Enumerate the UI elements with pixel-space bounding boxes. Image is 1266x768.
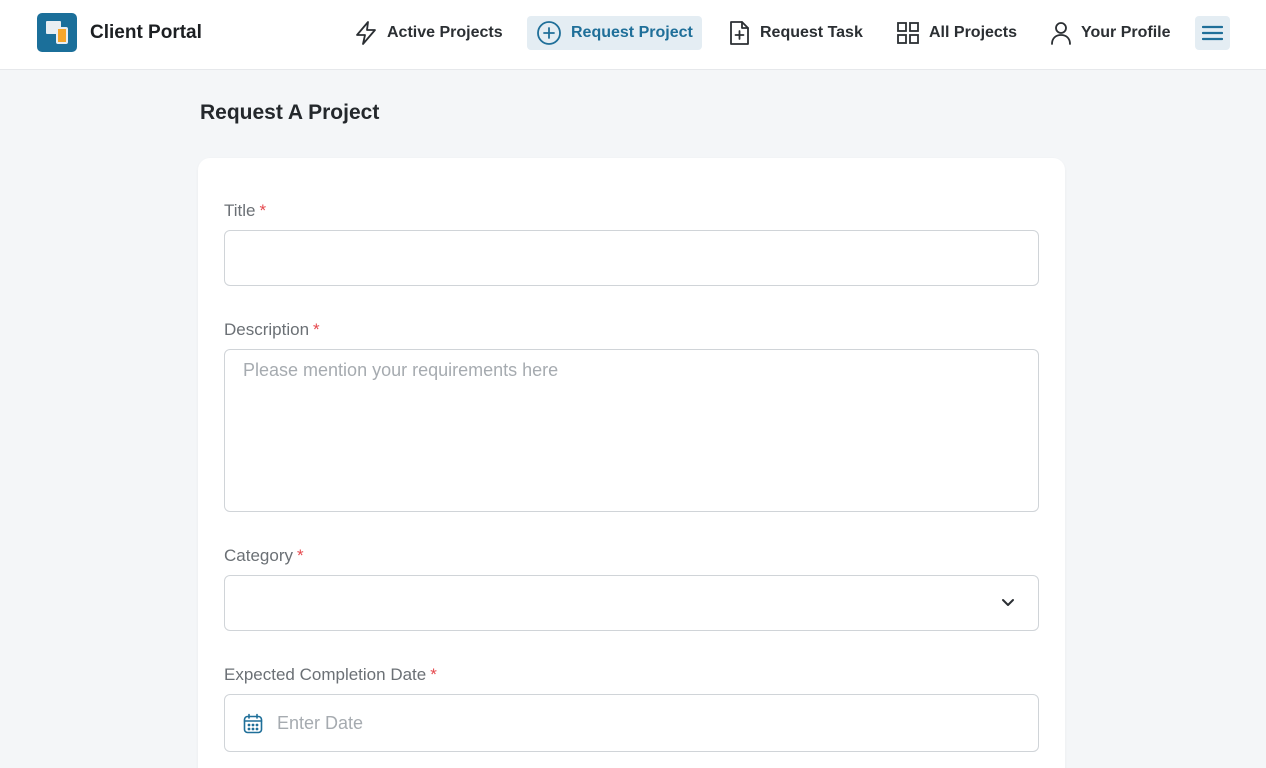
nav-label: Your Profile bbox=[1081, 24, 1171, 41]
title-label: Title * bbox=[224, 201, 267, 220]
nav-all-projects[interactable]: All Projects bbox=[887, 16, 1026, 50]
nav-label: Request Project bbox=[571, 24, 693, 41]
nav-label: Active Projects bbox=[387, 24, 503, 41]
title-input[interactable] bbox=[225, 231, 1038, 285]
completion-date-label: Expected Completion Date * bbox=[224, 665, 437, 684]
category-select[interactable] bbox=[224, 575, 1039, 631]
required-mark: * bbox=[430, 665, 437, 684]
nav-label: All Projects bbox=[929, 24, 1018, 41]
plus-circle-icon bbox=[537, 21, 561, 45]
top-header: Client Portal Active Projects Request Pr… bbox=[0, 0, 1266, 70]
nav-request-project[interactable]: Request Project bbox=[527, 16, 702, 50]
hamburger-icon bbox=[1202, 25, 1223, 41]
chevron-down-icon bbox=[1002, 599, 1014, 606]
brand-name: Client Portal bbox=[90, 21, 202, 43]
title-field-wrapper bbox=[224, 230, 1039, 286]
completion-date-input[interactable] bbox=[225, 695, 1038, 751]
completion-date-field-wrapper bbox=[224, 694, 1039, 752]
required-mark: * bbox=[296, 546, 304, 565]
file-plus-icon bbox=[730, 21, 749, 45]
description-textarea[interactable] bbox=[225, 350, 1038, 511]
nav-your-profile[interactable]: Your Profile bbox=[1041, 16, 1180, 50]
calendar-icon bbox=[243, 713, 263, 734]
hamburger-menu-button[interactable] bbox=[1195, 16, 1230, 50]
category-label: Category * bbox=[224, 546, 304, 565]
description-label: Description * bbox=[224, 320, 320, 339]
nav-active-projects[interactable]: Active Projects bbox=[345, 16, 512, 50]
lightning-icon bbox=[356, 21, 376, 45]
user-icon bbox=[1051, 22, 1071, 45]
brand[interactable]: Client Portal bbox=[37, 13, 202, 52]
required-mark: * bbox=[259, 201, 267, 220]
nav-request-task[interactable]: Request Task bbox=[718, 16, 872, 50]
grid-icon bbox=[897, 22, 919, 44]
nav-label: Request Task bbox=[760, 24, 863, 41]
app-logo-icon bbox=[37, 13, 77, 52]
required-mark: * bbox=[313, 320, 320, 339]
page-title: Request A Project bbox=[200, 101, 380, 124]
description-field-wrapper bbox=[224, 349, 1039, 512]
